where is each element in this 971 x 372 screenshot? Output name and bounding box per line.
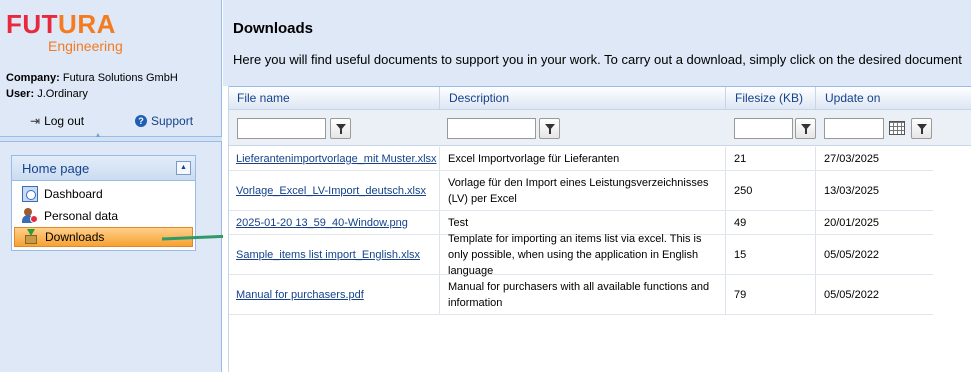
user-info: User: J.Ordinary xyxy=(6,88,88,100)
file-download-link[interactable]: Vorlage_Excel_LV-Import_deutsch.xlsx xyxy=(236,185,426,197)
calendar-icon[interactable] xyxy=(888,119,906,137)
company-value: Futura Solutions GmbH xyxy=(62,72,178,84)
cell-filesize: 21 xyxy=(725,147,815,170)
cell-description: Template for importing an items list via… xyxy=(439,233,726,277)
file-download-link[interactable]: Lieferantenimportvorlage_mit Muster.xlsx xyxy=(236,153,437,165)
column-header-update-on[interactable]: Update on xyxy=(815,87,971,110)
cell-file-name: Sample_items list import_English.xlsx xyxy=(228,235,439,274)
nav-panel-title: Home page xyxy=(22,161,90,176)
cell-filesize: 250 xyxy=(725,171,815,210)
table-row: Sample_items list import_English.xlsx Te… xyxy=(228,233,933,277)
column-header-file-name[interactable]: File name xyxy=(228,87,439,110)
logo-part-orange: URA xyxy=(58,9,116,39)
nav-item-personal-data[interactable]: Personal data xyxy=(14,206,193,226)
personal-data-icon xyxy=(22,208,38,224)
user-value: J.Ordinary xyxy=(37,88,88,100)
page-title: Downloads xyxy=(233,20,314,37)
logout-icon: ⇥ xyxy=(30,114,41,128)
cell-file-name: Vorlage_Excel_LV-Import_deutsch.xlsx xyxy=(228,171,439,210)
support-button[interactable]: ? Support xyxy=(135,114,193,128)
collapse-panel-button[interactable]: ▲ xyxy=(176,161,191,175)
file-download-link[interactable]: Sample_items list import_English.xlsx xyxy=(236,249,420,261)
table-row: Lieferantenimportvorlage_mit Muster.xlsx… xyxy=(228,147,933,171)
file-download-link[interactable]: Manual for purchasers.pdf xyxy=(236,289,364,301)
sidebar-splitter[interactable]: ▲ xyxy=(0,132,222,142)
chevron-up-icon[interactable]: ▲ xyxy=(88,132,108,139)
filter-input-description[interactable] xyxy=(447,118,536,139)
nav-item-label: Personal data xyxy=(44,209,119,223)
page-header xyxy=(223,0,971,86)
cell-update-on: 05/05/2022 xyxy=(815,275,933,314)
nav-item-label: Downloads xyxy=(45,230,105,244)
cell-description: Excel Importvorlage für Lieferanten xyxy=(439,147,726,170)
filter-row xyxy=(228,110,971,146)
company-info: Company: Futura Solutions GmbH xyxy=(6,72,178,84)
cell-update-on: 20/01/2025 xyxy=(815,211,933,234)
filter-icon[interactable] xyxy=(330,118,351,139)
nav-item-label: Dashboard xyxy=(44,187,103,201)
logout-button[interactable]: ⇥ Log out xyxy=(30,114,84,128)
cell-filesize: 79 xyxy=(725,275,815,314)
grid-header: File name Description Filesize (KB) Upda… xyxy=(228,86,971,110)
cell-file-name: Manual for purchasers.pdf xyxy=(228,275,439,314)
filter-icon[interactable] xyxy=(911,118,932,139)
column-header-filesize[interactable]: Filesize (KB) xyxy=(725,87,816,110)
filter-input-update-on[interactable] xyxy=(824,118,884,139)
logo-subtitle: Engineering xyxy=(48,38,123,54)
table-row: Vorlage_Excel_LV-Import_deutsch.xlsx Vor… xyxy=(228,171,933,211)
cell-update-on: 13/03/2025 xyxy=(815,171,933,210)
company-logo: FUTURA Engineering xyxy=(6,11,123,54)
cell-description: Manual for purchasers with all available… xyxy=(439,275,726,314)
filter-icon[interactable] xyxy=(539,118,560,139)
filter-icon[interactable] xyxy=(795,118,816,139)
user-label: User: xyxy=(6,88,35,100)
help-icon: ? xyxy=(135,115,147,127)
table-row: Manual for purchasers.pdf Manual for pur… xyxy=(228,275,933,315)
sidebar: FUTURA Engineering Company: Futura Solut… xyxy=(0,0,222,372)
filter-input-filesize[interactable] xyxy=(734,118,793,139)
dashboard-icon xyxy=(22,186,38,202)
cell-update-on: 05/05/2022 xyxy=(815,235,933,274)
cell-file-name: 2025-01-20 13_59_40-Window.png xyxy=(228,211,439,234)
cell-file-name: Lieferantenimportvorlage_mit Muster.xlsx xyxy=(228,147,439,170)
cell-filesize: 49 xyxy=(725,211,815,234)
logo-part-red: FUT xyxy=(6,9,59,39)
company-label: Company: xyxy=(6,72,60,84)
logout-label: Log out xyxy=(44,114,85,128)
main-left-border xyxy=(228,86,229,372)
file-download-link[interactable]: 2025-01-20 13_59_40-Window.png xyxy=(236,217,408,229)
downloads-icon xyxy=(23,229,39,245)
logo-wordmark: FUTURA xyxy=(6,11,116,37)
cell-description: Vorlage für den Import eines Leistungsve… xyxy=(439,171,726,210)
filter-input-file-name[interactable] xyxy=(237,118,326,139)
cell-update-on: 27/03/2025 xyxy=(815,147,933,170)
column-header-description[interactable]: Description xyxy=(439,87,727,110)
support-label: Support xyxy=(151,114,194,128)
cell-filesize: 15 xyxy=(725,235,815,274)
page-intro: Here you will find useful documents to s… xyxy=(233,52,962,67)
nav-panel-header[interactable]: Home page ▲ xyxy=(12,156,195,181)
nav-item-dashboard[interactable]: Dashboard xyxy=(14,184,193,204)
